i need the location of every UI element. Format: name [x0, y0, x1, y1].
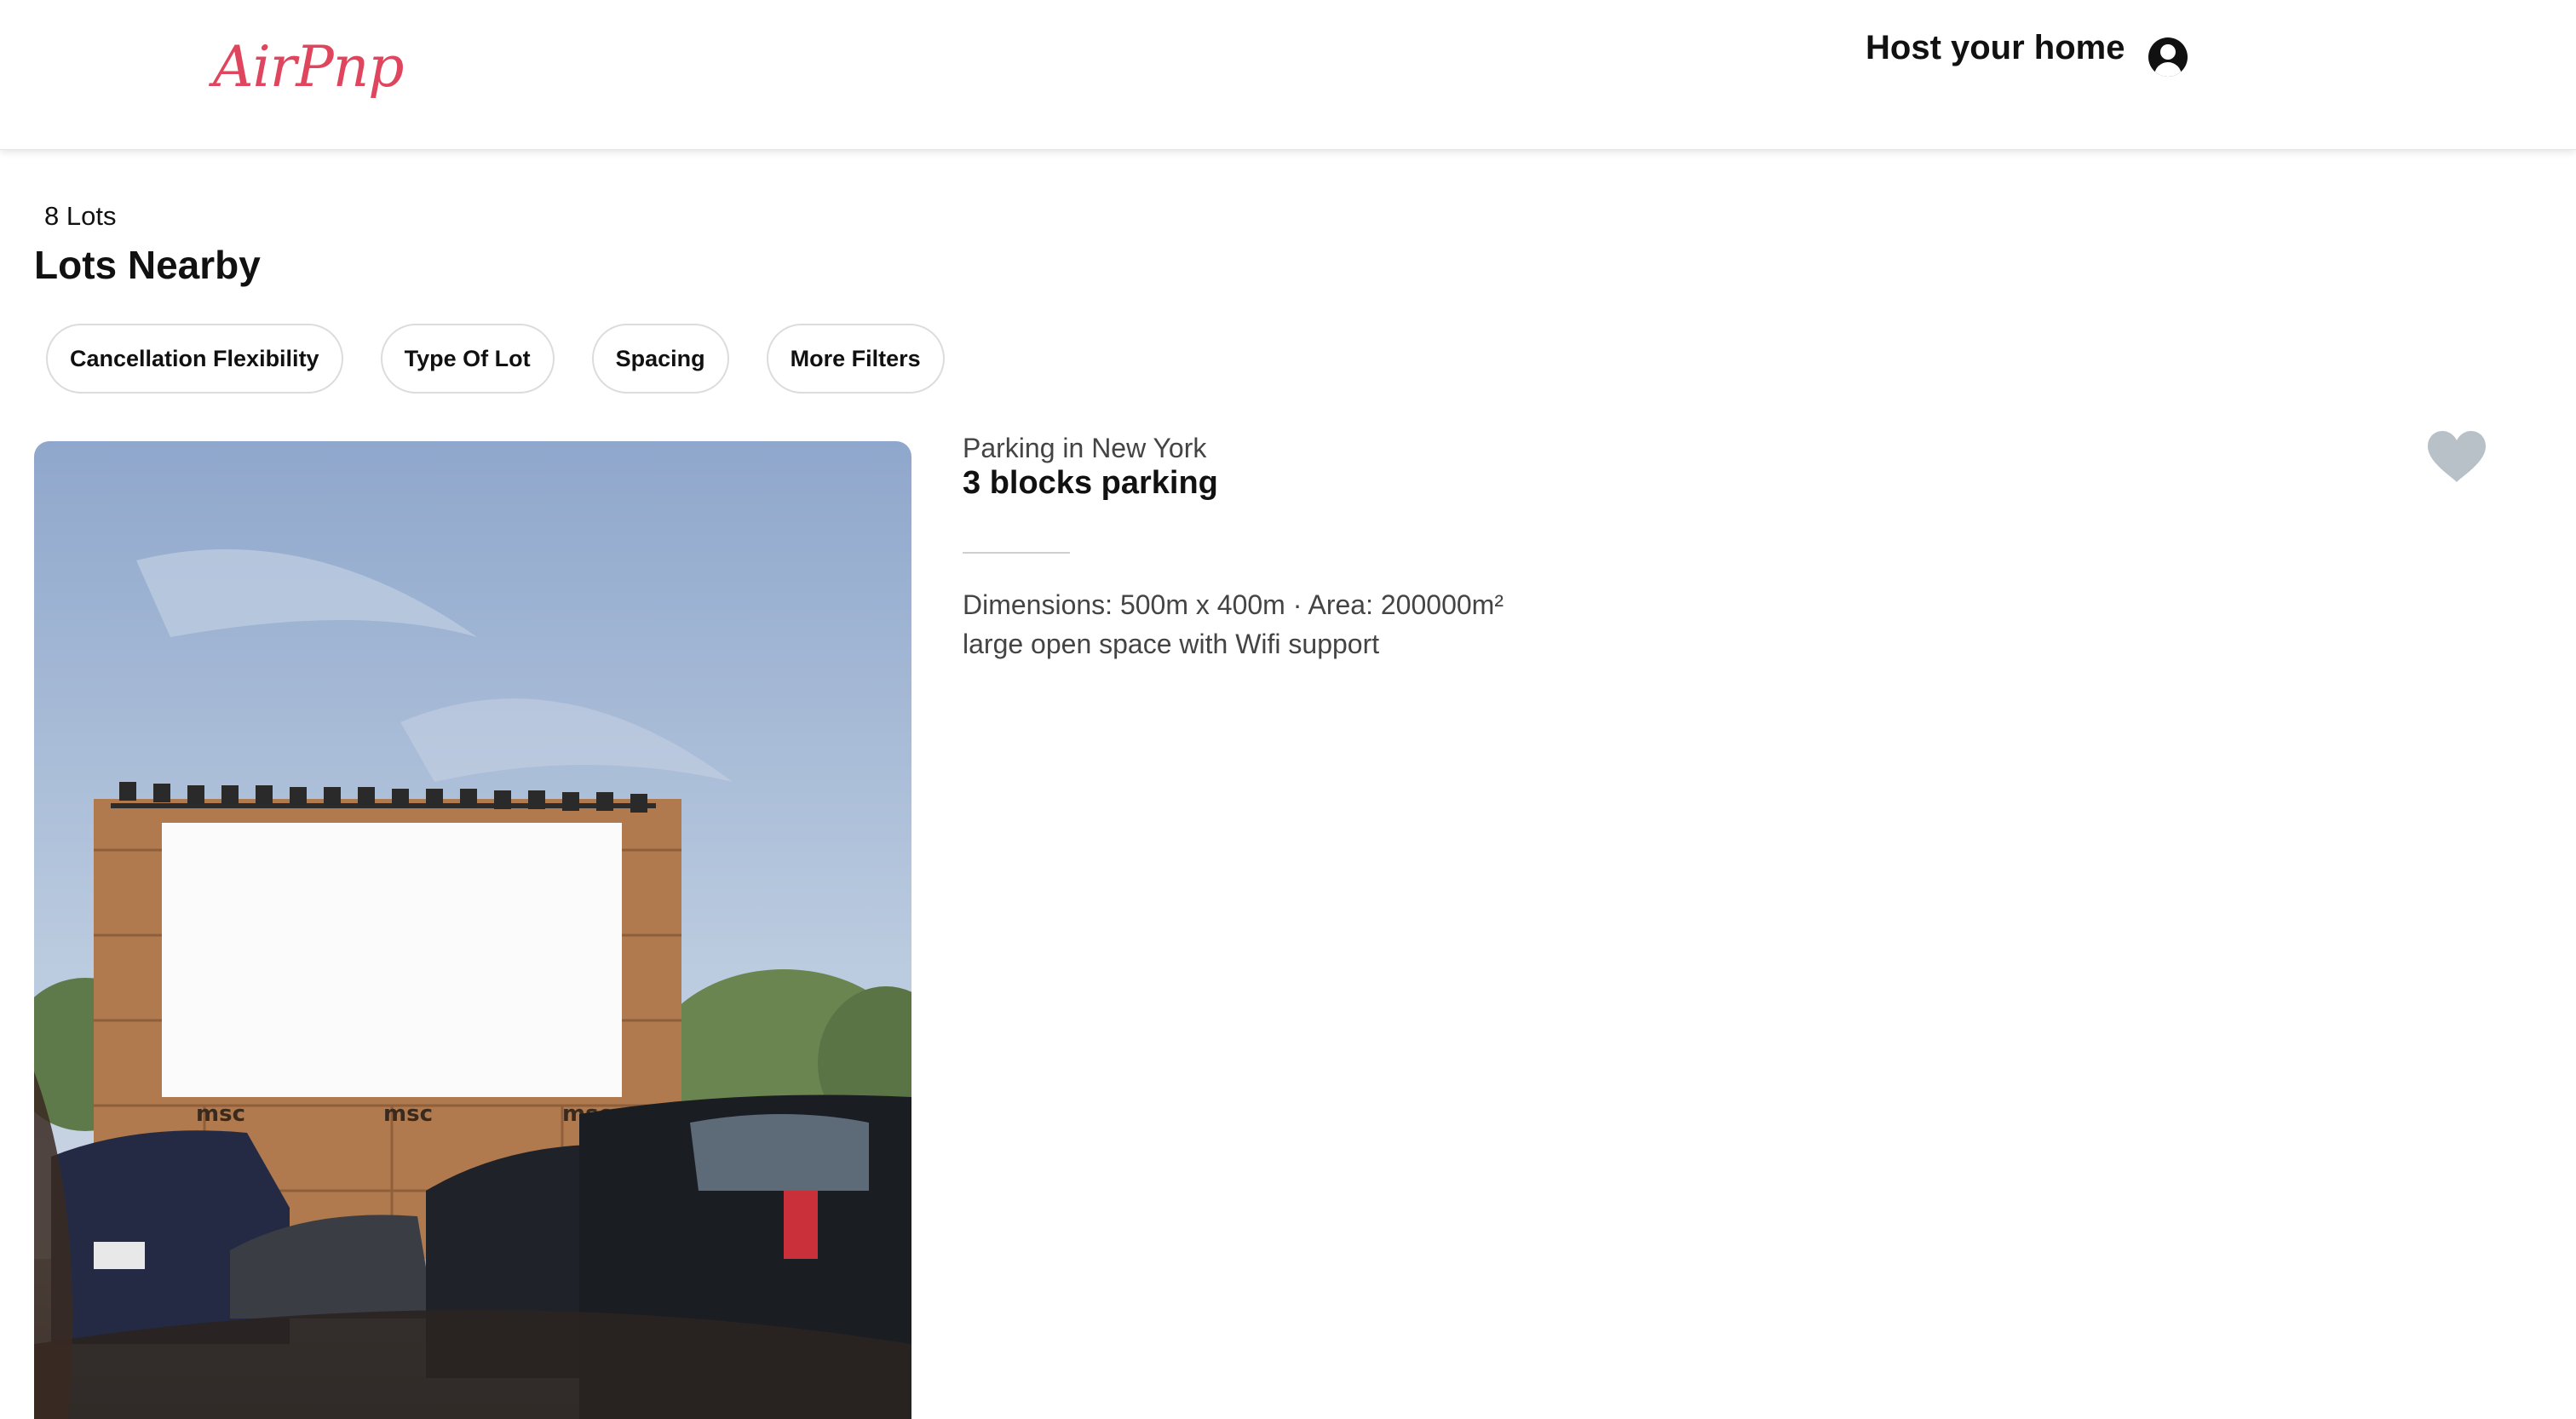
- filter-cancellation-flexibility-button[interactable]: Cancellation Flexibility: [46, 324, 343, 394]
- listing-photo[interactable]: msc msc msc: [34, 441, 911, 1419]
- filter-type-of-lot-button[interactable]: Type Of Lot: [380, 324, 555, 394]
- divider: [963, 552, 1070, 554]
- favorite-heart-icon[interactable]: [2426, 429, 2487, 484]
- drive-in-parking-photo: msc msc msc: [34, 441, 911, 1419]
- heart-icon: [2428, 431, 2486, 482]
- svg-text:msc: msc: [196, 1101, 245, 1127]
- host-your-home-link[interactable]: Host your home: [1866, 29, 2125, 67]
- listing-name[interactable]: 3 blocks parking: [963, 465, 1218, 502]
- brand-logo[interactable]: AirPnp: [213, 34, 404, 100]
- svg-text:msc: msc: [383, 1101, 433, 1127]
- listing-dimensions: Dimensions: 500m x 400m · Area: 200000m²: [963, 589, 1504, 620]
- listing-location: Parking in New York: [963, 433, 1207, 463]
- avatar-head-shape: [2160, 44, 2176, 60]
- user-avatar-icon[interactable]: [2148, 37, 2188, 77]
- listing-description: large open space with Wifi support: [963, 629, 1380, 659]
- avatar-body-shape: [2154, 62, 2182, 77]
- page-title: Lots Nearby: [34, 243, 261, 287]
- results-count: 8 Lots: [44, 201, 117, 231]
- filter-bar: Cancellation Flexibility Type Of Lot Spa…: [46, 324, 945, 394]
- filter-more-filters-button[interactable]: More Filters: [766, 324, 945, 394]
- top-navigation-bar: AirPnp Host your home: [0, 0, 2576, 150]
- filter-spacing-button[interactable]: Spacing: [591, 324, 729, 394]
